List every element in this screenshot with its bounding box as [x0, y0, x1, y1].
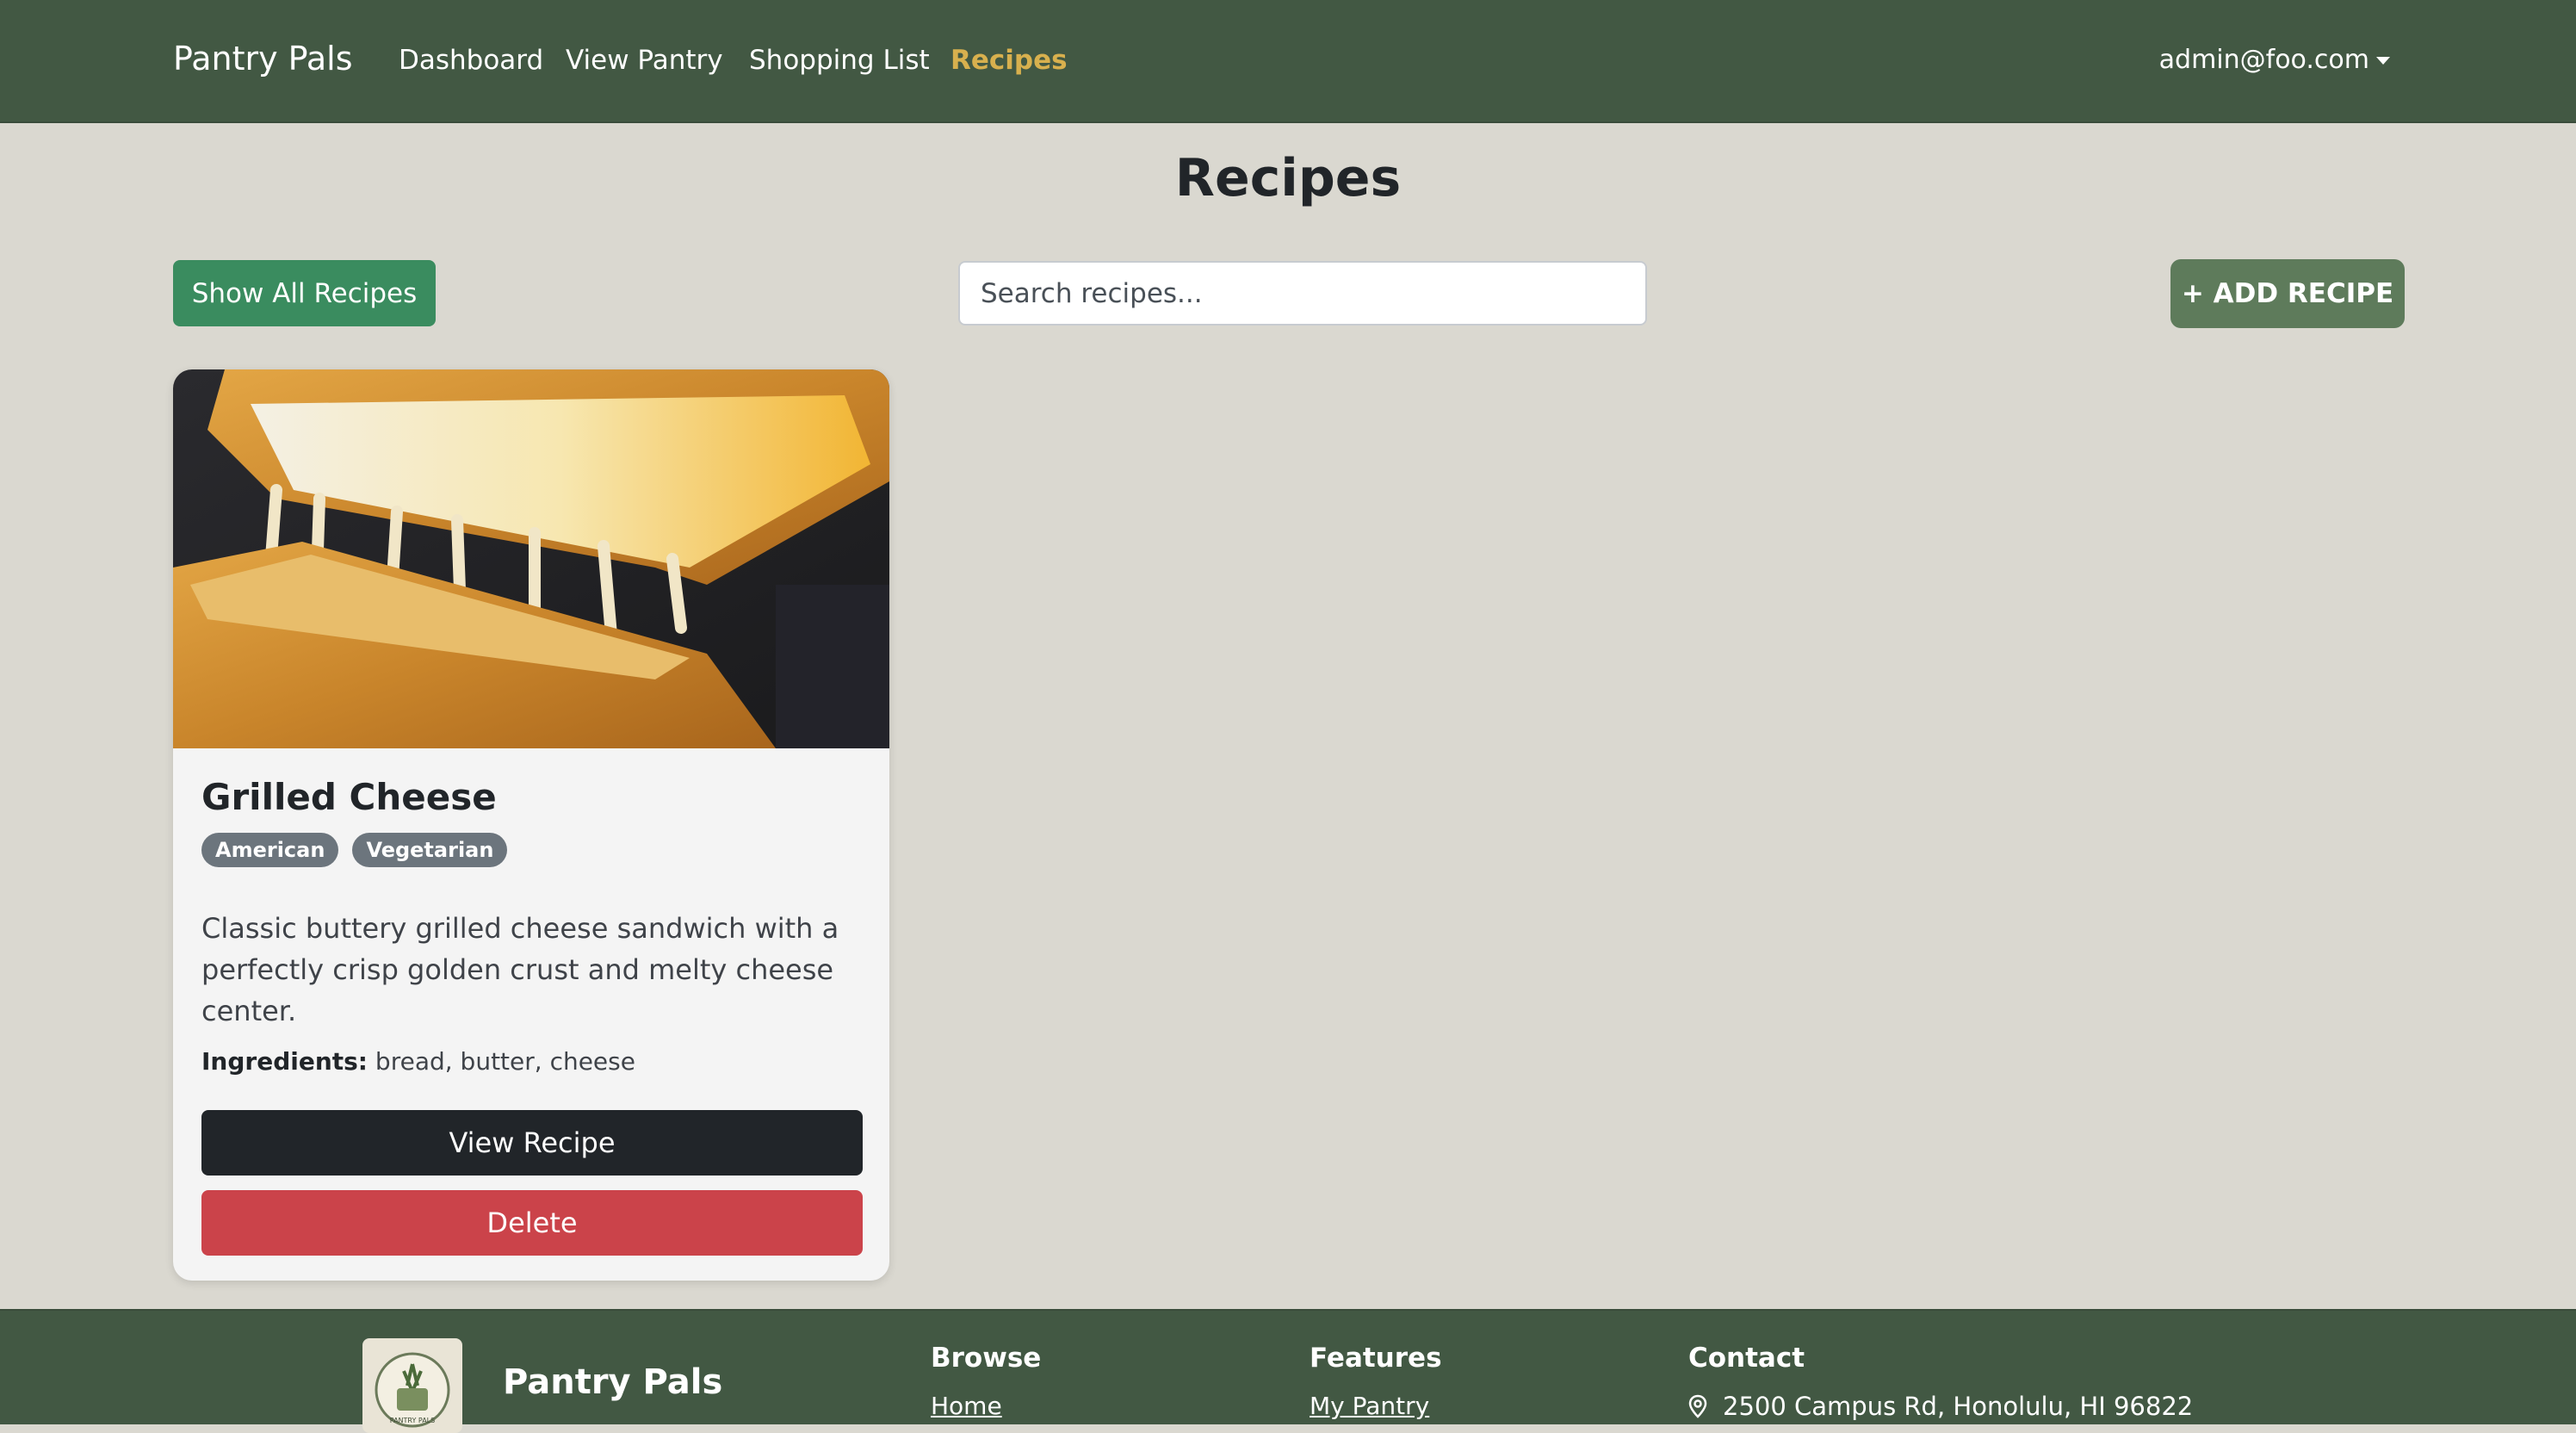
- nav-link-view-pantry[interactable]: View Pantry: [566, 45, 723, 76]
- user-menu-dropdown[interactable]: admin@foo.com: [2159, 45, 2390, 75]
- recipe-tags: American Vegetarian: [201, 833, 508, 867]
- footer-heading-features: Features: [1310, 1343, 1442, 1374]
- footer-address: 2500 Campus Rd, Honolulu, HI 96822: [1688, 1392, 2193, 1421]
- address-text: 2500 Campus Rd, Honolulu, HI 96822: [1723, 1392, 2194, 1421]
- recipe-title: Grilled Cheese: [201, 776, 497, 818]
- add-recipe-button[interactable]: + ADD RECIPE: [2170, 259, 2405, 328]
- recipe-description: Classic buttery grilled cheese sandwich …: [201, 912, 839, 1027]
- footer-logo-text: PANTRY PALS: [390, 1417, 435, 1424]
- footer-heading-contact: Contact: [1688, 1343, 1805, 1374]
- navbar: Pantry Pals Dashboard View Pantry Shoppi…: [0, 0, 2576, 123]
- nav-link-dashboard[interactable]: Dashboard: [399, 45, 543, 76]
- caret-down-icon: [2376, 57, 2390, 65]
- tag-badge-american: American: [201, 833, 339, 867]
- ingredients-value: bread, butter, cheese: [375, 1047, 635, 1076]
- search-input[interactable]: [958, 261, 1647, 326]
- brand-link[interactable]: Pantry Pals: [173, 40, 353, 78]
- footer-logo: PANTRY PALS: [362, 1338, 462, 1433]
- recipe-ingredients: Ingredients: bread, butter, cheese: [201, 1047, 635, 1076]
- recipe-image: [173, 369, 889, 748]
- tag-badge-vegetarian: Vegetarian: [352, 833, 508, 867]
- footer-link-home[interactable]: Home: [931, 1392, 1002, 1420]
- show-all-recipes-button[interactable]: Show All Recipes: [173, 260, 436, 326]
- user-email: admin@foo.com: [2158, 45, 2369, 75]
- footer-link-my-pantry[interactable]: My Pantry: [1310, 1392, 1429, 1420]
- footer-brand: Pantry Pals: [503, 1362, 723, 1402]
- map-pin-icon: [1688, 1394, 1707, 1418]
- footer: PANTRY PALS Pantry Pals Browse Home Feat…: [0, 1309, 2576, 1433]
- nav-link-recipes[interactable]: Recipes: [951, 45, 1068, 76]
- ingredients-label: Ingredients:: [201, 1047, 368, 1076]
- recipe-card: Grilled Cheese American Vegetarian Class…: [173, 369, 889, 1281]
- delete-recipe-button[interactable]: Delete: [201, 1190, 863, 1256]
- page-title: Recipes: [1174, 148, 1402, 208]
- nav-link-shopping-list[interactable]: Shopping List: [749, 45, 930, 76]
- view-recipe-button[interactable]: View Recipe: [201, 1110, 863, 1176]
- footer-heading-browse: Browse: [931, 1343, 1042, 1374]
